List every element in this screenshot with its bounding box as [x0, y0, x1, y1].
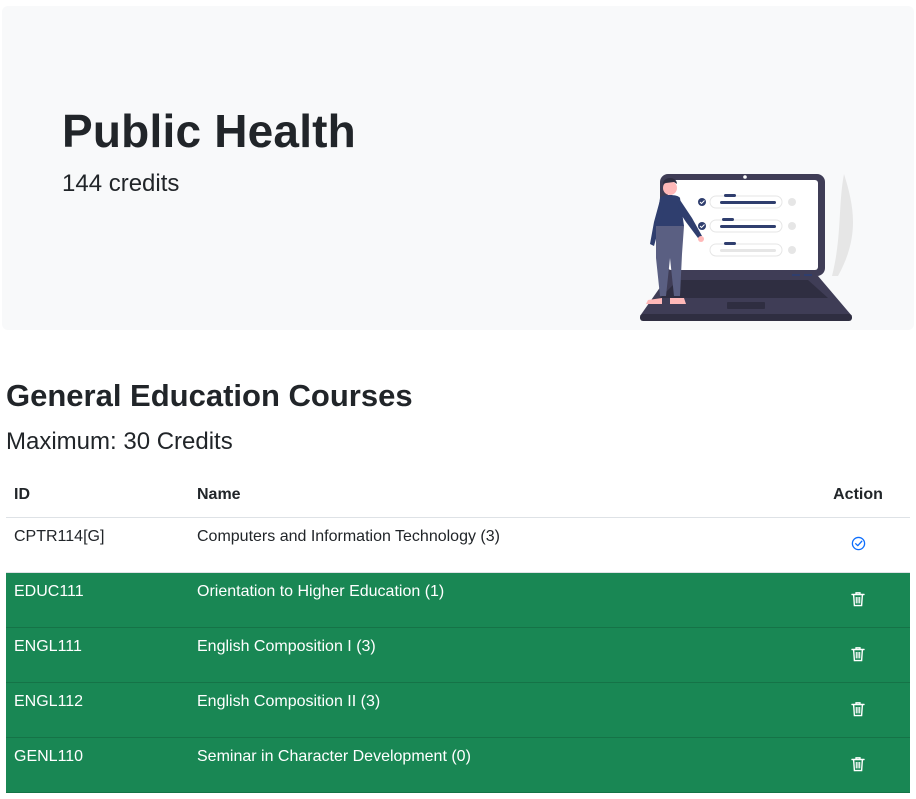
course-name: Computers and Information Technology (3) [189, 517, 806, 573]
course-id: ENGL111 [6, 627, 189, 683]
action-cell [806, 737, 910, 793]
section-title: General Education Courses [6, 378, 413, 413]
course-id: EDUC111 [6, 572, 189, 628]
course-id: CPTR114[G] [6, 517, 189, 573]
check-circle-icon[interactable] [847, 533, 869, 555]
table-row: ENGL111 English Composition I (3) [6, 627, 910, 683]
course-id: ENGL112 [6, 682, 189, 738]
column-header-id: ID [6, 474, 189, 518]
program-title: Public Health [62, 105, 356, 157]
course-name: English Composition I (3) [189, 627, 806, 683]
trash-icon[interactable] [847, 698, 869, 720]
course-name: Seminar in Character Development (0) [189, 737, 806, 793]
action-cell [806, 682, 910, 738]
trash-icon[interactable] [847, 753, 869, 775]
table-row: EDUC111 Orientation to Higher Education … [6, 572, 910, 628]
program-credits: 144 credits [62, 170, 180, 197]
action-cell [806, 627, 910, 683]
course-name: Orientation to Higher Education (1) [189, 572, 806, 628]
program-header: Public Health 144 credits [2, 6, 914, 330]
column-header-name: Name [189, 474, 806, 518]
laptop-checklist-illustration [640, 174, 853, 321]
trash-icon[interactable] [847, 588, 869, 610]
column-header-action: Action [806, 474, 910, 518]
action-cell [806, 572, 910, 628]
trash-icon[interactable] [847, 643, 869, 665]
table-row: ENGL112 English Composition II (3) [6, 682, 910, 738]
section-subtitle: Maximum: 30 Credits [6, 428, 233, 455]
table-row: CPTR114[G] Computers and Information Tec… [6, 517, 910, 573]
action-cell [806, 517, 910, 573]
courses-table: ID Name Action CPTR114[G] Computers and … [6, 474, 910, 793]
table-header-row: ID Name Action [6, 474, 910, 518]
course-name: English Composition II (3) [189, 682, 806, 738]
course-id: GENL110 [6, 737, 189, 793]
table-row: GENL110 Seminar in Character Development… [6, 737, 910, 793]
